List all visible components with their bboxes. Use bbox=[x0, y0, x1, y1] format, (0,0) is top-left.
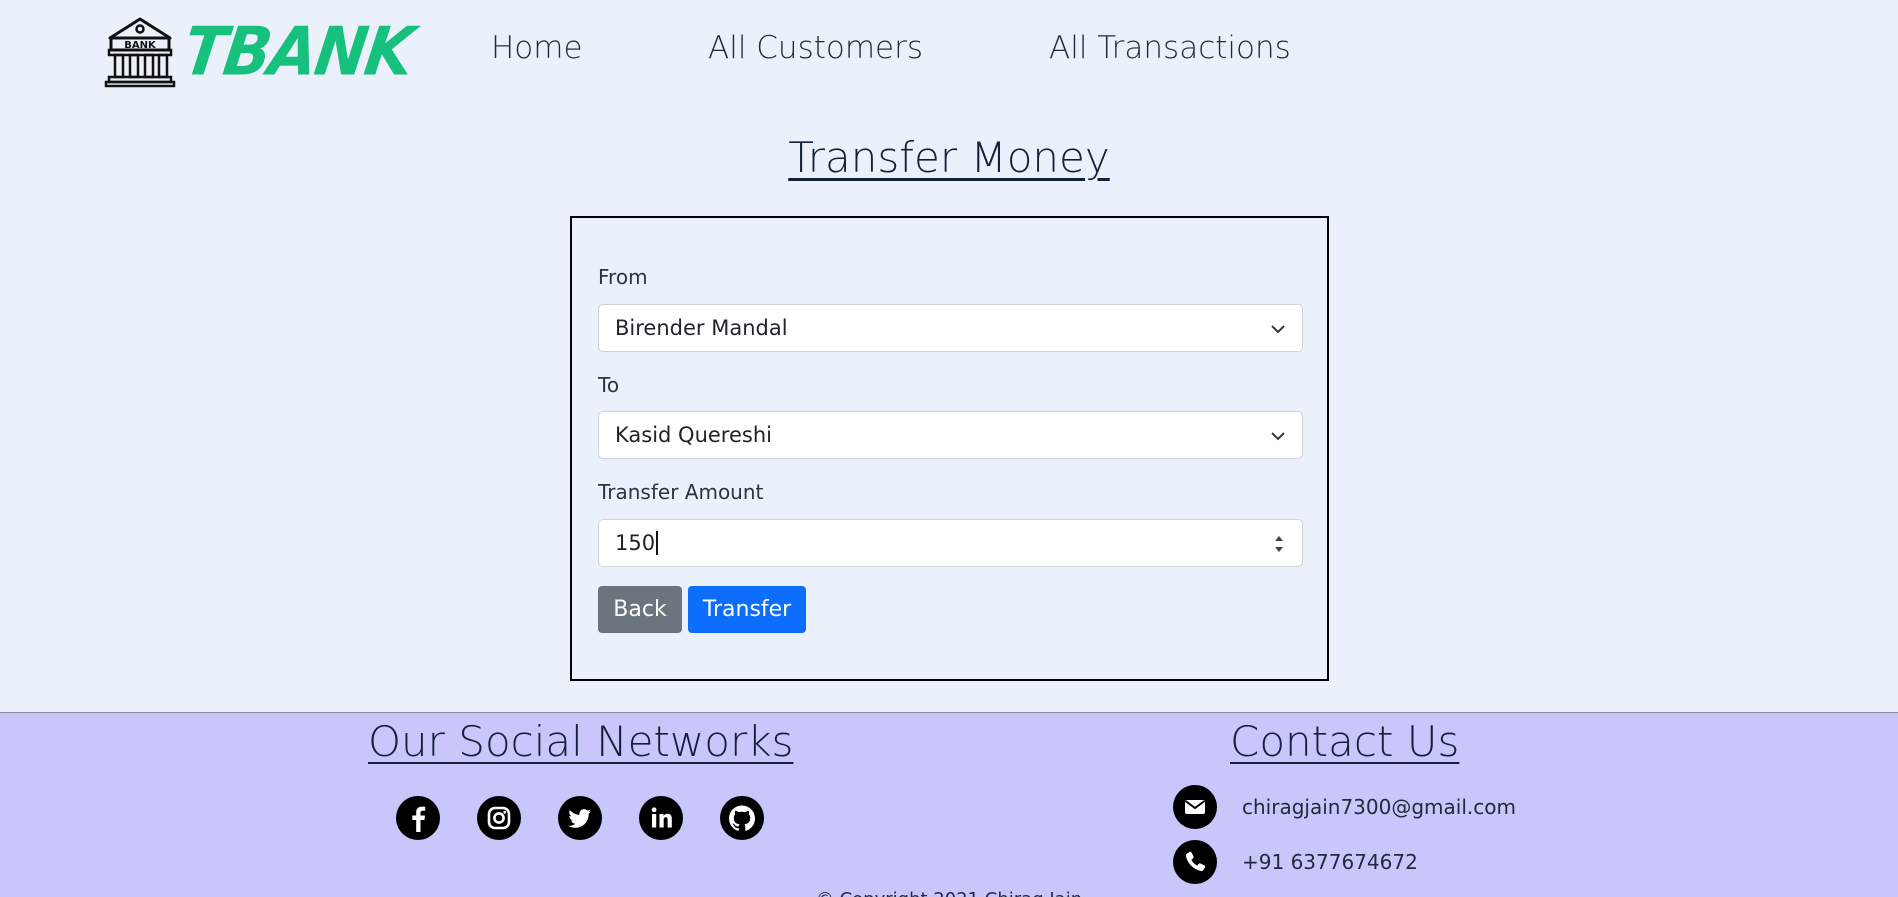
to-label: To bbox=[598, 373, 620, 397]
to-select-value: Kasid Quereshi bbox=[615, 423, 772, 447]
contact-phone-text: +91 6377674672 bbox=[1242, 850, 1418, 874]
page-title: Transfer Money bbox=[788, 133, 1110, 182]
instagram-icon[interactable] bbox=[477, 796, 521, 840]
mail-icon bbox=[1173, 785, 1217, 829]
bank-building-icon: BANK bbox=[104, 17, 176, 88]
nav-all-transactions-link[interactable]: All Transactions bbox=[1049, 30, 1291, 66]
amount-label: Transfer Amount bbox=[598, 480, 764, 504]
nav-home-link[interactable]: Home bbox=[491, 30, 583, 66]
social-networks-heading: Our Social Networks bbox=[368, 717, 794, 766]
back-button[interactable]: Back bbox=[598, 586, 682, 633]
contact-phone[interactable]: +91 6377674672 bbox=[1173, 840, 1418, 884]
nav-all-customers-link[interactable]: All Customers bbox=[708, 30, 923, 66]
chevron-down-icon bbox=[1271, 325, 1285, 334]
from-label: From bbox=[598, 265, 648, 289]
amount-input-value: 150 bbox=[615, 531, 656, 555]
contact-email[interactable]: chiragjain7300@gmail.com bbox=[1173, 785, 1516, 829]
facebook-icon[interactable] bbox=[396, 796, 440, 840]
github-icon[interactable] bbox=[720, 796, 764, 840]
number-spinner-icon[interactable] bbox=[1272, 530, 1286, 558]
from-select[interactable]: Birender Mandal bbox=[598, 304, 1303, 352]
amount-input[interactable]: 150 bbox=[598, 519, 1303, 567]
transfer-form: From Birender Mandal To Kasid Quereshi T… bbox=[570, 216, 1329, 681]
transfer-button[interactable]: Transfer bbox=[688, 586, 806, 633]
chevron-down-icon bbox=[1271, 432, 1285, 441]
linkedin-icon[interactable] bbox=[639, 796, 683, 840]
from-select-value: Birender Mandal bbox=[615, 316, 788, 340]
navbar: BANK TBANK Home All Customers All Transa… bbox=[0, 0, 1898, 105]
text-cursor bbox=[656, 530, 659, 555]
twitter-icon[interactable] bbox=[558, 796, 602, 840]
copyright-text: © Copyright 2021 Chirag Jain bbox=[0, 889, 1898, 897]
phone-icon bbox=[1173, 840, 1217, 884]
to-select[interactable]: Kasid Quereshi bbox=[598, 411, 1303, 459]
contact-email-text: chiragjain7300@gmail.com bbox=[1242, 795, 1516, 819]
brand-logo[interactable]: BANK TBANK bbox=[104, 12, 417, 91]
social-icons bbox=[396, 796, 764, 840]
contact-us-heading: Contact Us bbox=[1230, 717, 1460, 766]
brand-name: TBANK bbox=[178, 12, 418, 91]
footer: Our Social Networks Contact Us chiragjai… bbox=[0, 712, 1898, 897]
